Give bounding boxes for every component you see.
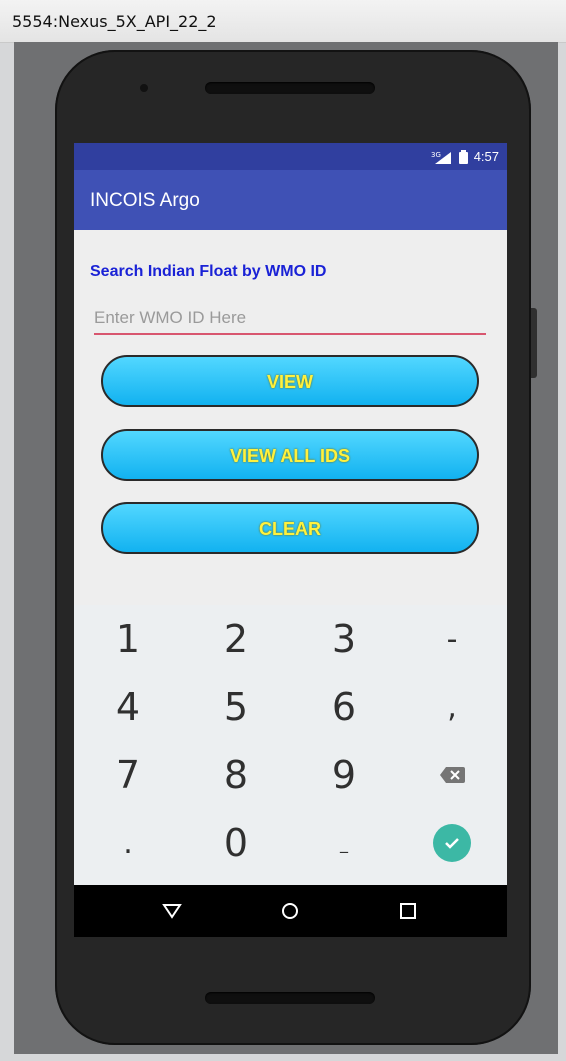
side-button[interactable] bbox=[531, 308, 537, 378]
signal-icon: 3G bbox=[431, 151, 451, 164]
clock: 4:57 bbox=[473, 149, 499, 164]
view-all-ids-button[interactable]: VIEW ALL IDS bbox=[101, 429, 479, 481]
front-camera bbox=[140, 84, 148, 92]
key-9[interactable]: 9 bbox=[290, 741, 398, 809]
key-0[interactable]: 0 bbox=[182, 809, 290, 877]
backspace-icon bbox=[440, 767, 465, 783]
clear-button[interactable]: CLEAR bbox=[101, 502, 479, 554]
view-button[interactable]: VIEW bbox=[101, 355, 479, 407]
status-bar: 3G 4:57 bbox=[74, 143, 507, 170]
app-title: INCOIS Argo bbox=[90, 190, 200, 211]
emulator-titlebar: 5554:Nexus_5X_API_22_2 bbox=[0, 0, 566, 43]
key-8[interactable]: 8 bbox=[182, 741, 290, 809]
key-5[interactable]: 5 bbox=[182, 673, 290, 741]
recents-button[interactable] bbox=[394, 897, 422, 925]
numeric-keypad: 1 2 3 - 4 5 6 , 7 8 9 . 0 _ bbox=[74, 605, 507, 885]
key-minus[interactable]: - bbox=[398, 605, 506, 673]
emulator-window: 5554:Nexus_5X_API_22_2 3G 4:57 INCOIS Ar… bbox=[0, 0, 566, 1061]
backspace-key[interactable] bbox=[398, 741, 506, 809]
battery-icon bbox=[458, 149, 468, 164]
done-key[interactable] bbox=[398, 809, 506, 877]
top-speaker bbox=[205, 82, 375, 94]
wmo-id-input[interactable] bbox=[94, 303, 486, 335]
home-circle-icon bbox=[282, 903, 298, 919]
key-6[interactable]: 6 bbox=[290, 673, 398, 741]
search-label: Search Indian Float by WMO ID bbox=[90, 263, 327, 280]
key-dot[interactable]: . bbox=[74, 809, 182, 877]
status-icons: 3G 4:57 bbox=[431, 149, 499, 164]
emulator-title: 5554:Nexus_5X_API_22_2 bbox=[12, 12, 217, 31]
back-triangle-icon bbox=[162, 904, 182, 919]
navigation-bar bbox=[74, 885, 507, 937]
device-screen: 3G 4:57 INCOIS Argo Search Indian Float … bbox=[74, 143, 507, 937]
back-button[interactable] bbox=[158, 897, 186, 925]
done-icon bbox=[433, 824, 471, 862]
key-2[interactable]: 2 bbox=[182, 605, 290, 673]
key-3[interactable]: 3 bbox=[290, 605, 398, 673]
network-label: 3G bbox=[431, 151, 441, 159]
home-button[interactable] bbox=[276, 897, 304, 925]
recents-square-icon bbox=[400, 903, 416, 919]
key-1[interactable]: 1 bbox=[74, 605, 182, 673]
key-underscore[interactable]: _ bbox=[290, 809, 398, 877]
app-bar: INCOIS Argo bbox=[74, 170, 507, 230]
key-4[interactable]: 4 bbox=[74, 673, 182, 741]
bottom-speaker bbox=[205, 992, 375, 1004]
key-comma[interactable]: , bbox=[398, 673, 506, 741]
key-7[interactable]: 7 bbox=[74, 741, 182, 809]
